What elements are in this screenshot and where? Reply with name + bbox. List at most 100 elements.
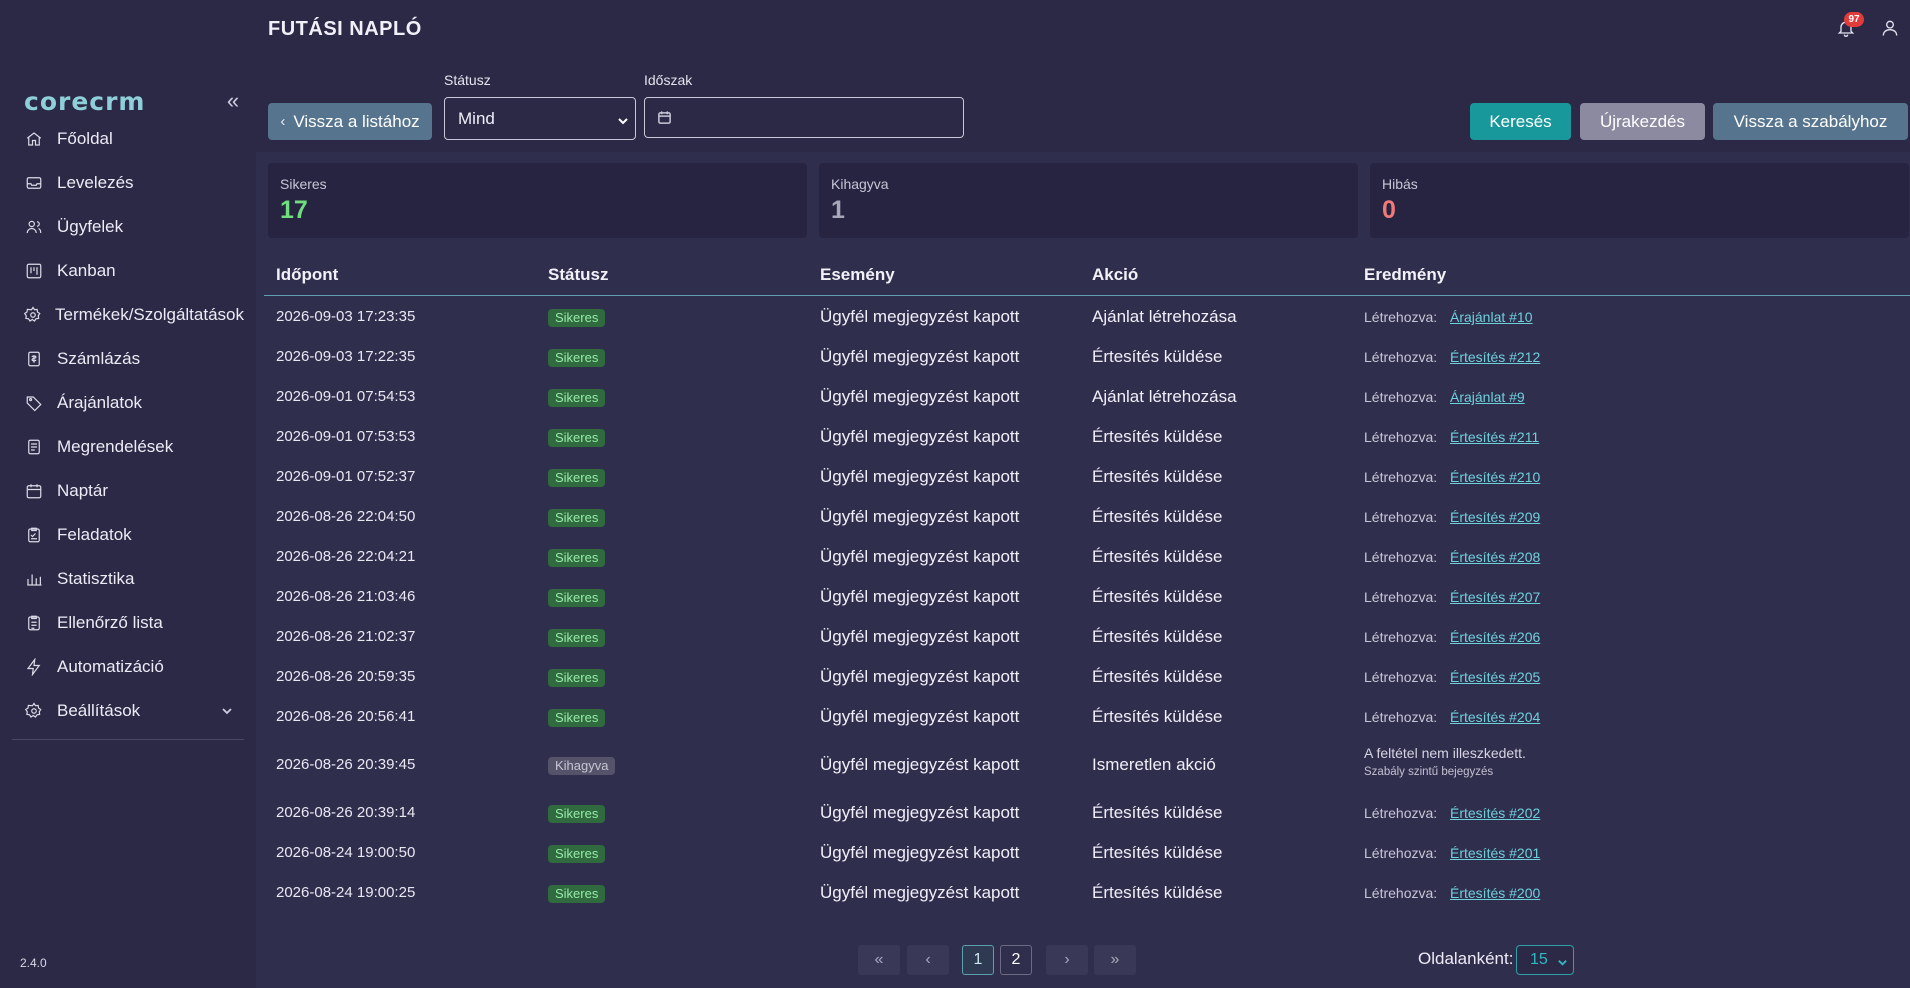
sidebar-item-10[interactable]: Feladatok <box>12 513 244 557</box>
app-version: 2.4.0 <box>20 956 47 970</box>
sidebar-item-2[interactable]: Levelezés <box>12 161 244 205</box>
result-link[interactable]: Árajánlat #9 <box>1450 389 1525 405</box>
sidebar-divider <box>12 739 244 740</box>
double-chevron-left-icon: « <box>874 951 884 968</box>
column-header-event[interactable]: Esemény <box>820 265 895 285</box>
column-header-result[interactable]: Eredmény <box>1364 265 1446 285</box>
result-label: Létrehozva: <box>1364 709 1438 725</box>
home-icon <box>22 127 46 151</box>
settings-icon <box>22 699 46 723</box>
sidebar-item-label: Ügyfelek <box>57 217 124 236</box>
status-badge: Sikeres <box>548 709 606 727</box>
sidebar-item-13[interactable]: Automatizáció <box>12 645 244 689</box>
last-page-button[interactable]: » <box>1094 945 1136 975</box>
user-icon[interactable] <box>1880 18 1902 40</box>
table-row: 2026-09-01 07:52:37 Sikeres Ügyfél megjegy… <box>264 456 1910 496</box>
sidebar-item-7[interactable]: Árajánlatok <box>12 381 244 425</box>
table-row: 2026-08-24 19:00:50 Sikeres Ügyfél megjegy… <box>264 832 1910 872</box>
status-badge: Sikeres <box>548 389 606 407</box>
column-header-action[interactable]: Akció <box>1092 265 1138 285</box>
result-link[interactable]: Értesítés #209 <box>1450 509 1540 525</box>
result-label: Létrehozva: <box>1364 885 1438 901</box>
status-badge: Sikeres <box>548 509 606 527</box>
sidebar-item-4[interactable]: Kanban <box>12 249 244 293</box>
table-row: 2026-08-26 21:02:37 Sikeres Ügyfél megjegy… <box>264 616 1910 656</box>
chevron-down-icon <box>617 112 629 125</box>
row-action: Értesítés küldése <box>1092 507 1223 526</box>
page-1-button[interactable]: 1 <box>962 945 994 975</box>
back-to-rules-button[interactable]: Vissza a szabályhoz <box>1713 103 1908 140</box>
main-content: FUTÁSI NAPLÓ 97 ‹ Vissza a listához Stát… <box>256 0 1910 988</box>
page-2-button[interactable]: 2 <box>1000 945 1032 975</box>
sidebar-item-5[interactable]: Termékek/Szolgáltatások <box>12 293 244 337</box>
sidebar-item-3[interactable]: Ügyfelek <box>12 205 244 249</box>
sidebar-item-8[interactable]: Megrendelések <box>12 425 244 469</box>
row-time: 2026-09-01 07:52:37 <box>276 468 416 485</box>
status-label: Státusz <box>444 72 491 88</box>
sidebar-item-12[interactable]: Ellenőrző lista <box>12 601 244 645</box>
status-select[interactable]: Mind <box>444 97 636 140</box>
status-badge: Sikeres <box>548 845 606 863</box>
row-action: Ajánlat létrehozása <box>1092 387 1237 406</box>
result-link[interactable]: Értesítés #206 <box>1450 629 1540 645</box>
sidebar-nav: Főoldal Levelezés Ügyfelek Kanban Termékek/S… <box>12 117 244 733</box>
result-link[interactable]: Értesítés #211 <box>1450 429 1539 445</box>
result-link[interactable]: Árajánlat #10 <box>1450 309 1533 325</box>
row-event: Ügyfél megjegyzést kapott <box>820 387 1020 406</box>
logo[interactable]: corecrm <box>24 87 145 116</box>
row-event: Ügyfél megjegyzést kapott <box>820 347 1020 366</box>
result-link[interactable]: Értesítés #207 <box>1450 589 1540 605</box>
first-page-button[interactable]: « <box>858 945 900 975</box>
result-label: Létrehozva: <box>1364 349 1438 365</box>
row-action: Értesítés küldése <box>1092 707 1223 726</box>
result-label: Létrehozva: <box>1364 845 1438 861</box>
per-page-select[interactable]: 15 <box>1516 945 1574 975</box>
notification-badge[interactable]: 97 <box>1844 12 1864 27</box>
sidebar-item-label: Megrendelések <box>57 437 174 456</box>
row-action: Értesítés küldése <box>1092 467 1223 486</box>
users-icon <box>22 215 46 239</box>
sidebar-item-6[interactable]: Számlázás <box>12 337 244 381</box>
result-note: A feltétel nem illeszkedett. <box>1364 745 1526 761</box>
result-link[interactable]: Értesítés #204 <box>1450 709 1540 725</box>
result-link[interactable]: Értesítés #200 <box>1450 885 1540 901</box>
next-page-button[interactable]: › <box>1046 945 1088 975</box>
back-to-list-button[interactable]: ‹ Vissza a listához <box>268 103 432 140</box>
result-link[interactable]: Értesítés #201 <box>1450 845 1540 861</box>
row-event: Ügyfél megjegyzést kapott <box>820 507 1020 526</box>
row-time: 2026-09-01 07:53:53 <box>276 428 416 445</box>
sidebar-item-9[interactable]: Naptár <box>12 469 244 513</box>
result-link[interactable]: Értesítés #205 <box>1450 669 1540 685</box>
summary-skipped-label: Kihagyva <box>831 176 889 192</box>
tag-icon <box>22 391 46 415</box>
column-header-time[interactable]: Időpont <box>276 265 338 285</box>
sidebar-item-11[interactable]: Statisztika <box>12 557 244 601</box>
summary-skipped-value: 1 <box>831 196 845 224</box>
row-event: Ügyfél megjegyzést kapott <box>820 803 1020 822</box>
sidebar-item-14[interactable]: Beállítások <box>12 689 244 733</box>
row-event: Ügyfél megjegyzést kapott <box>820 467 1020 486</box>
result-link[interactable]: Értesítés #212 <box>1450 349 1540 365</box>
result-link[interactable]: Értesítés #210 <box>1450 469 1540 485</box>
summary-card-skipped: Kihagyva 1 <box>819 163 1358 238</box>
reset-button[interactable]: Újrakezdés <box>1580 103 1705 140</box>
sidebar-item-1[interactable]: Főoldal <box>12 117 244 161</box>
summary-success-value: 17 <box>280 196 308 224</box>
status-badge: Sikeres <box>548 469 606 487</box>
row-action: Értesítés küldése <box>1092 843 1223 862</box>
sidebar-item-label: Statisztika <box>57 569 135 588</box>
column-header-status[interactable]: Státusz <box>548 265 608 285</box>
row-event: Ügyfél megjegyzést kapott <box>820 587 1020 606</box>
row-event: Ügyfél megjegyzést kapott <box>820 755 1020 774</box>
search-button[interactable]: Keresés <box>1470 103 1571 140</box>
status-badge: Sikeres <box>548 805 606 823</box>
table-row: 2026-08-24 19:00:25 Sikeres Ügyfél megjegy… <box>264 872 1910 912</box>
previous-page-button[interactable]: ‹ <box>907 945 949 975</box>
collapse-sidebar-icon[interactable]: « <box>222 90 244 112</box>
result-link[interactable]: Értesítés #208 <box>1450 549 1540 565</box>
period-input[interactable] <box>644 97 964 138</box>
table-row: 2026-08-26 20:56:41 Sikeres Ügyfél megjegy… <box>264 696 1910 736</box>
per-page-value: 15 <box>1530 951 1548 968</box>
row-time: 2026-08-26 22:04:21 <box>276 548 416 565</box>
result-link[interactable]: Értesítés #202 <box>1450 805 1540 821</box>
